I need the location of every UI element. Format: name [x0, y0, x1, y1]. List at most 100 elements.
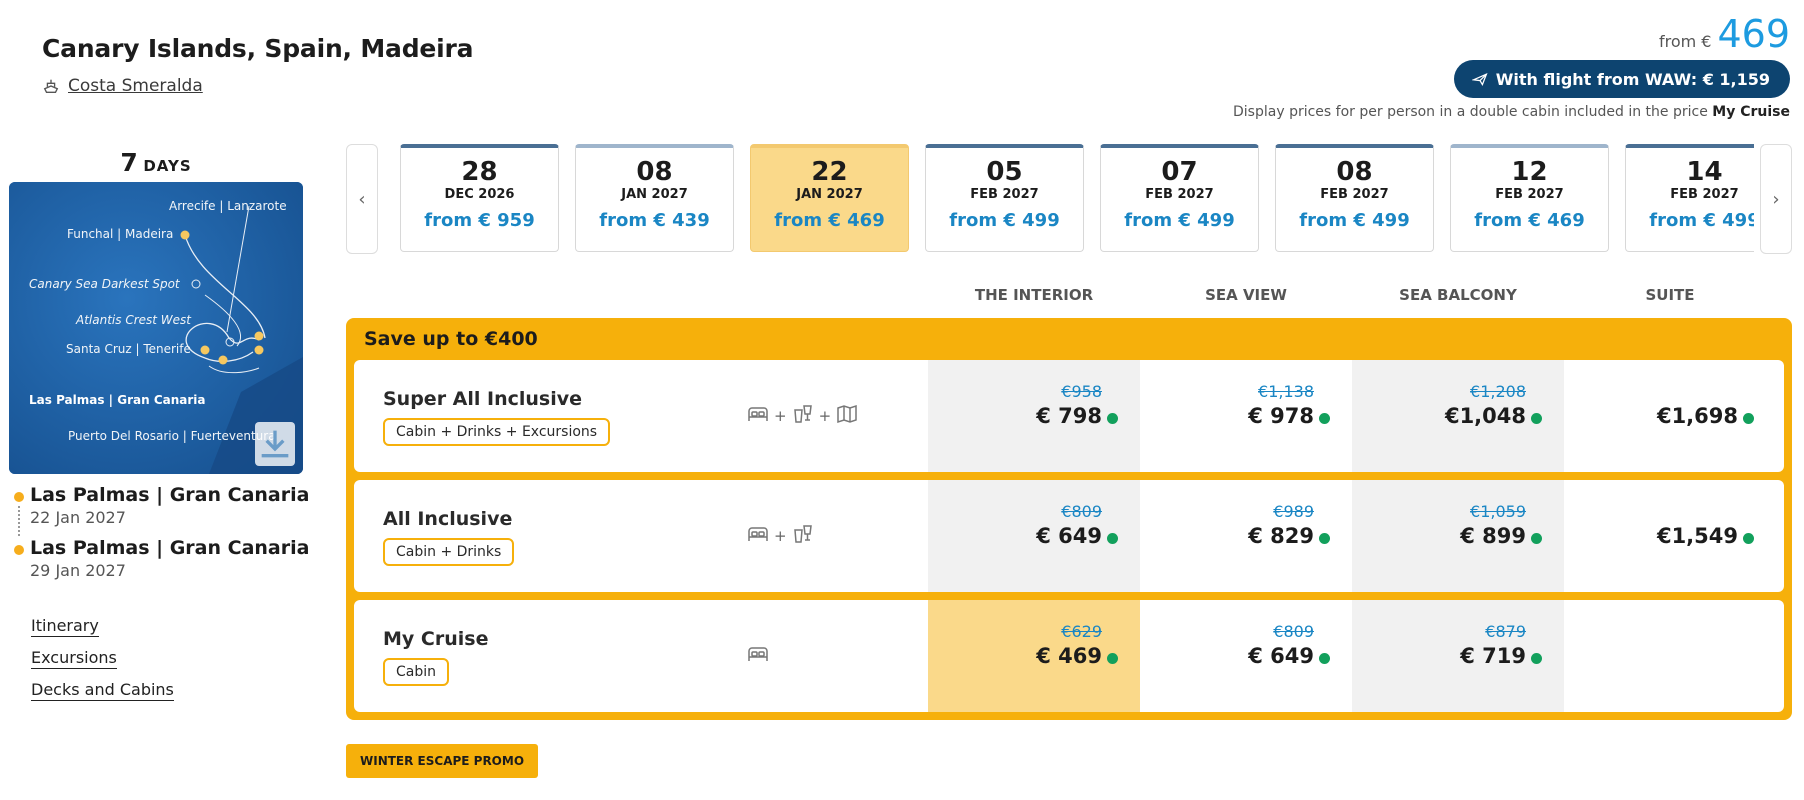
col-head-sea-view: SEA VIEW	[1205, 286, 1287, 304]
promo-badge[interactable]: WINTER ESCAPE PROMO	[346, 744, 539, 778]
port-disembark: Las Palmas | Gran Canaria 29 Jan 2027	[14, 537, 309, 580]
date-price: from € 499	[1299, 210, 1410, 231]
pricing-row: My Cruise Cabin €629 € 469 €809 € 649 €879 € 71…	[354, 600, 1784, 712]
old-price: €958	[1061, 382, 1102, 401]
carousel-next-button[interactable]: ›	[1760, 144, 1792, 254]
flight-button[interactable]: With flight from WAW: € 1,159	[1453, 60, 1790, 98]
date-card[interactable]: 28 DEC 2026 from € 959	[400, 144, 559, 252]
package-name: My Cruise	[383, 628, 489, 650]
date-card[interactable]: 05 FEB 2027 from € 499	[925, 144, 1084, 252]
map-download-button[interactable]	[255, 422, 295, 466]
col-head-interior: THE INTERIOR	[974, 286, 1094, 304]
availability-dot	[1107, 533, 1118, 544]
plane-icon	[1471, 72, 1488, 87]
itinerary-link[interactable]: Itinerary	[31, 616, 99, 637]
carousel-prev-button[interactable]: ‹	[346, 144, 378, 254]
old-price: €1,208	[1470, 382, 1526, 401]
availability-dot	[1531, 413, 1542, 424]
date-card[interactable]: 08 JAN 2027 from € 439	[575, 144, 734, 252]
date-price: from € 499	[949, 210, 1060, 231]
date-card[interactable]: 22 JAN 2027 from € 469	[750, 144, 909, 252]
display-note: Display prices for per person in a doubl…	[1233, 104, 1790, 120]
display-note-bold: My Cruise	[1712, 104, 1790, 120]
price-cell[interactable]: €1,698	[1564, 360, 1776, 472]
plus-sign: +	[774, 527, 787, 545]
port-name: Las Palmas | Gran Canaria	[30, 484, 310, 506]
price-cell[interactable]: €989 € 829	[1140, 480, 1352, 592]
package-tag: Cabin + Drinks	[383, 538, 515, 566]
date-day: 08	[636, 157, 673, 187]
package-icons: + +	[746, 402, 859, 430]
date-list: 28 DEC 2026 from € 959 08 JAN 2027 from € 439…	[400, 144, 1754, 256]
map-label-arrecife: Arrecife | Lanzarote	[169, 199, 287, 213]
map-label-las-palmas: Las Palmas | Gran Canaria	[29, 393, 206, 407]
map-label-santa-cruz: Santa Cruz | Tenerife	[66, 342, 191, 356]
price: €1,549	[1656, 524, 1738, 548]
days-label: DAYS	[143, 157, 192, 175]
plus-sign: +	[818, 407, 832, 425]
price-cell[interactable]: €809 € 649	[928, 480, 1140, 592]
map-label-puerto: Puerto Del Rosario | Fuerteventura	[68, 429, 276, 443]
package-icons: +	[746, 522, 815, 550]
package-icons	[746, 642, 770, 670]
display-note-text: Display prices for per person in a doubl…	[1233, 104, 1708, 120]
old-price: €809	[1061, 502, 1102, 521]
bed-icon	[746, 522, 770, 550]
port-embark: Las Palmas | Gran Canaria 22 Jan 2027	[14, 484, 310, 527]
package-tag: Cabin + Drinks + Excursions	[383, 418, 611, 446]
port-date: 29 Jan 2027	[30, 561, 126, 580]
date-card[interactable]: 12 FEB 2027 from € 469	[1450, 144, 1609, 252]
date-price: from € 469	[774, 210, 885, 231]
price-cell[interactable]: €879 € 719	[1352, 600, 1564, 712]
date-price: from € 469	[1474, 210, 1585, 231]
date-price: from € 499	[1649, 210, 1754, 231]
price-cell[interactable]: €1,549	[1564, 480, 1776, 592]
old-price: €809	[1273, 622, 1314, 641]
cruise-title: Canary Islands, Spain, Madeira	[42, 34, 474, 63]
date-card[interactable]: 07 FEB 2027 from € 499	[1100, 144, 1259, 252]
price-cell[interactable]: €1,138 € 978	[1140, 360, 1352, 472]
price-cell[interactable]: €958 € 798	[928, 360, 1140, 472]
map-label-funchal: Funchal | Madeira	[67, 227, 173, 241]
col-head-sea-balcony: SEA BALCONY	[1399, 286, 1517, 304]
price: € 829	[1248, 524, 1314, 548]
date-carousel: ‹ 28 DEC 2026 from € 959 08 JAN 2027 from € 4…	[346, 144, 1792, 256]
price-cell[interactable]: €1,208 €1,048	[1352, 360, 1564, 472]
from-price: 469	[1717, 12, 1790, 56]
route-map[interactable]: Arrecife | Lanzarote Funchal | Madeira C…	[9, 182, 303, 474]
map-icon	[835, 402, 859, 430]
save-banner: Save up to €400	[364, 328, 538, 350]
price: € 798	[1036, 404, 1102, 428]
price-cell[interactable]: €809 € 649	[1140, 600, 1352, 712]
old-price: €1,138	[1258, 382, 1314, 401]
date-day: 12	[1511, 157, 1548, 187]
port-list: Las Palmas | Gran Canaria 22 Jan 2027 La…	[14, 484, 310, 580]
price-cell[interactable]: €629 € 469	[928, 600, 1140, 712]
ship-link[interactable]: Costa Smeralda	[42, 76, 203, 96]
excursions-link[interactable]: Excursions	[31, 648, 117, 669]
date-day: 07	[1161, 157, 1198, 187]
price: €1,698	[1656, 404, 1738, 428]
availability-dot	[1319, 533, 1330, 544]
date-card[interactable]: 14 FEB 2027 from € 499	[1625, 144, 1754, 252]
drinks-icon	[791, 522, 815, 550]
map-label-darkest-spot: Canary Sea Darkest Spot	[29, 277, 181, 291]
duration: 7 DAYS	[9, 148, 303, 177]
availability-dot	[1107, 413, 1118, 424]
col-head-suite: SUITE	[1645, 286, 1695, 304]
decks-cabins-link[interactable]: Decks and Cabins	[31, 680, 174, 701]
date-day: 14	[1686, 157, 1723, 187]
date-month: FEB 2027	[970, 187, 1039, 202]
price: € 649	[1248, 644, 1314, 668]
price-cell	[1564, 600, 1776, 712]
price: €1,048	[1444, 404, 1526, 428]
ship-name[interactable]: Costa Smeralda	[68, 76, 203, 96]
pricing-panel: Save up to €400 Super All Inclusive Cabin…	[346, 318, 1792, 720]
package-name: All Inclusive	[383, 508, 513, 530]
price: € 978	[1248, 404, 1314, 428]
availability-dot	[1743, 533, 1754, 544]
price: € 719	[1460, 644, 1526, 668]
date-card[interactable]: 08 FEB 2027 from € 499	[1275, 144, 1434, 252]
port-dot	[14, 545, 24, 555]
price-cell[interactable]: €1,059 € 899	[1352, 480, 1564, 592]
